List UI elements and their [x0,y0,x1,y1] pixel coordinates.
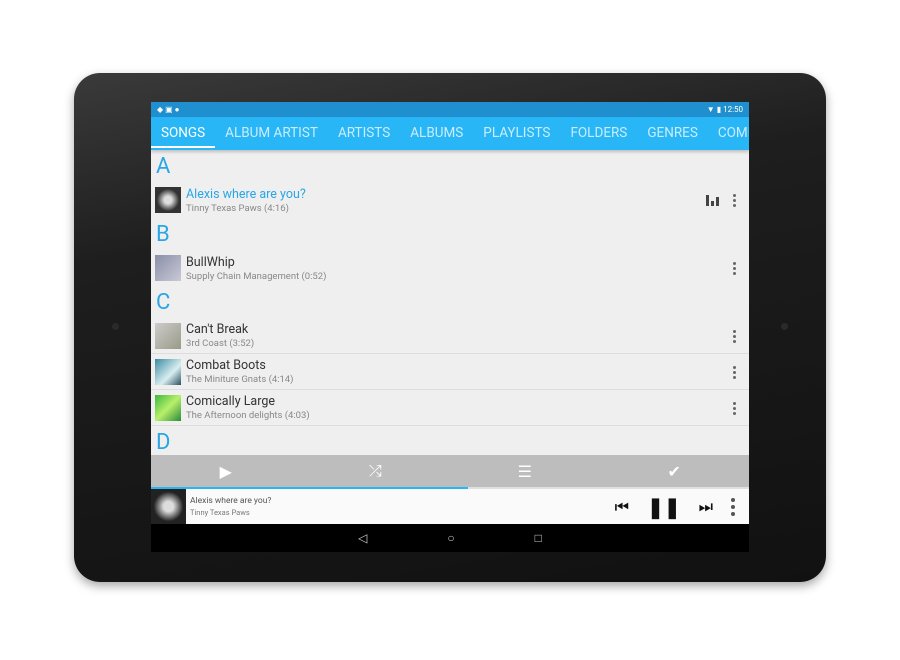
section-header: D [156,430,171,455]
recents-icon[interactable]: □ [535,531,542,545]
album-art [155,322,181,349]
clock: 12:50 [723,105,743,114]
more-options-icon[interactable] [733,402,737,415]
tab-playlists[interactable]: PLAYLISTS [473,117,560,150]
more-options-icon[interactable] [733,330,737,343]
song-list[interactable]: A Alexis where are you? Tinny Texas Paws … [151,150,749,455]
play-icon[interactable]: ▶ [151,455,301,487]
tab-genres[interactable]: GENRES [637,117,708,150]
sort-icon[interactable]: ☰ [450,455,600,487]
album-art [151,489,186,524]
battery-icon: ▮ [716,105,722,114]
more-options-icon[interactable] [733,194,737,207]
pause-icon[interactable]: ❚❚ [647,495,681,519]
next-icon[interactable]: ⏭ [699,497,713,517]
tab-albums[interactable]: ALBUMS [400,117,473,150]
album-art [155,358,181,385]
list-item[interactable]: Comically Large The Afternoon delights (4… [151,390,749,426]
list-item[interactable]: Can't Break 3rd Coast (3:52) [151,318,749,354]
sensor [781,323,788,330]
song-title: Alexis where are you? [186,186,306,202]
song-subtitle: 3rd Coast (3:52) [186,338,255,349]
now-playing-bar[interactable]: Alexis where are you? Tinny Texas Paws ⏮ … [151,489,749,524]
navigation-bar: ◁ ○ □ [151,524,749,552]
back-icon[interactable]: ◁ [358,531,367,545]
tab-album-artist[interactable]: ALBUM ARTIST [215,117,328,150]
screen: ◆ ▣ ● ▼ ▮ 12:50 SONGS ALBUM ARTIST ARTIS… [151,102,749,552]
shuffle-icon[interactable]: ⤮ [301,455,451,487]
song-title: BullWhip [186,254,235,270]
tab-bar: SONGS ALBUM ARTIST ARTISTS ALBUMS PLAYLI… [151,117,749,150]
tab-folders[interactable]: FOLDERS [560,117,637,150]
select-check-icon[interactable]: ✔ [600,455,750,487]
now-playing-artist: Tinny Texas Paws [190,508,250,517]
section-header: A [156,154,171,179]
list-item[interactable]: BullWhip Supply Chain Management (0:52) [151,250,749,286]
tab-songs[interactable]: SONGS [151,117,216,150]
section-header: B [156,222,170,247]
notification-icons: ◆ ▣ ● [157,105,180,114]
song-title: Can't Break [186,322,249,337]
album-art [155,255,181,281]
song-subtitle: Supply Chain Management (0:52) [186,270,327,282]
tab-composers[interactable]: COMPOSERS [708,117,749,150]
previous-icon[interactable]: ⏮ [615,497,629,517]
action-bar: ▶ ⤮ ☰ ✔ [151,455,749,487]
album-art [155,187,181,213]
list-item[interactable]: Alexis where are you? Tinny Texas Paws (4… [151,182,749,218]
now-playing-equalizer-icon [706,195,719,206]
status-bar: ◆ ▣ ● ▼ ▮ 12:50 [151,102,749,117]
more-options-icon[interactable] [731,497,735,516]
song-subtitle: The Miniture Gnats (4:14) [186,374,294,385]
camera [112,323,119,330]
song-subtitle: Tinny Texas Paws (4:16) [186,202,289,214]
more-options-icon[interactable] [733,366,737,379]
home-icon[interactable]: ○ [447,531,454,545]
album-art [155,394,181,421]
song-subtitle: The Afternoon delights (4:03) [186,410,310,421]
list-item[interactable]: Combat Boots The Miniture Gnats (4:14) [151,354,749,390]
song-title: Comically Large [186,394,276,409]
more-options-icon[interactable] [733,262,737,275]
section-header: C [156,290,171,315]
now-playing-title: Alexis where are you? [190,496,272,506]
tab-artists[interactable]: ARTISTS [328,117,400,150]
song-title: Combat Boots [186,358,266,373]
wifi-icon: ▼ [706,105,715,114]
